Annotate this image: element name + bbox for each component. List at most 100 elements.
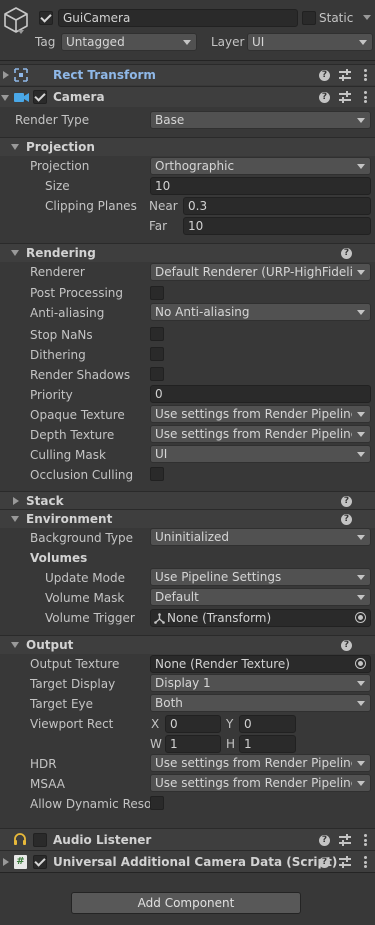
volume-mask-label: Volume Mask <box>45 591 125 605</box>
collapse-arrow-icon[interactable] <box>11 250 19 256</box>
allow-dynamic-resolution-label: Allow Dynamic Resol <box>30 797 155 811</box>
chevron-down-icon <box>357 535 365 540</box>
presets-icon[interactable] <box>339 834 351 846</box>
viewport-x-field[interactable]: 0 <box>165 715 221 733</box>
collapse-arrow-icon[interactable] <box>11 516 19 522</box>
viewport-w-field[interactable]: 1 <box>165 735 221 753</box>
allow-dynamic-resolution-checkbox[interactable] <box>150 796 164 810</box>
background-type-dropdown[interactable]: Uninitialized <box>150 528 371 546</box>
chevron-down-icon <box>357 781 365 786</box>
output-texture-label: Output Texture <box>30 657 120 671</box>
viewport-y-field[interactable]: 0 <box>239 715 296 733</box>
far-field[interactable]: 10 <box>183 217 371 235</box>
volume-trigger-field[interactable]: None (Transform) <box>150 609 371 627</box>
help-icon[interactable]: ? <box>319 835 330 846</box>
presets-icon[interactable] <box>339 856 351 868</box>
active-toggle[interactable] <box>39 11 53 25</box>
kebab-menu-icon[interactable] <box>364 834 367 846</box>
target-eye-label: Target Eye <box>30 697 94 711</box>
near-field[interactable]: 0.3 <box>183 197 371 215</box>
collapse-arrow-icon[interactable] <box>1 95 9 101</box>
stop-nans-label: Stop NaNs <box>30 328 93 342</box>
expand-arrow-icon[interactable] <box>3 858 9 866</box>
hdr-dropdown[interactable]: Use settings from Render Pipeline As <box>150 754 371 772</box>
rendering-section-header[interactable]: Rendering ? <box>0 243 375 262</box>
viewport-y-label: Y <box>226 717 234 731</box>
rect-transform-header[interactable]: Rect Transform ? <box>0 64 375 85</box>
urp-camera-data-header[interactable]: # Universal Additional Camera Data (Scri… <box>0 850 375 872</box>
target-display-dropdown[interactable]: Display 1 <box>150 674 371 692</box>
help-icon[interactable]: ? <box>341 248 352 259</box>
output-texture-field[interactable]: None (Render Texture) <box>150 655 371 673</box>
chevron-down-icon <box>357 412 365 417</box>
camera-enabled-checkbox[interactable] <box>33 90 47 104</box>
help-icon[interactable]: ? <box>319 92 330 103</box>
projection-section-header[interactable]: Projection <box>0 137 375 156</box>
background-type-label: Background Type <box>30 531 133 545</box>
render-type-label: Render Type <box>15 113 90 127</box>
object-picker-icon[interactable] <box>355 612 366 623</box>
size-field[interactable]: 10 <box>150 177 371 195</box>
background-type-value: Uninitialized <box>155 530 230 544</box>
presets-icon[interactable] <box>339 91 351 103</box>
opaque-texture-dropdown[interactable]: Use settings from Render Pipeline As <box>150 405 371 423</box>
help-icon[interactable]: ? <box>319 70 330 81</box>
collapse-arrow-icon[interactable] <box>11 642 19 648</box>
dithering-checkbox[interactable] <box>150 347 164 361</box>
culling-mask-dropdown[interactable]: UI <box>150 445 371 463</box>
object-picker-icon[interactable] <box>355 658 366 669</box>
audio-listener-header[interactable]: Audio Listener ? <box>0 828 375 850</box>
object-name-field[interactable]: GuiCamera <box>58 9 298 27</box>
stop-nans-checkbox[interactable] <box>150 327 164 341</box>
chevron-down-icon[interactable] <box>18 30 24 34</box>
target-display-label: Target Display <box>30 677 116 691</box>
help-icon[interactable]: ? <box>341 640 352 651</box>
size-label: Size <box>45 179 70 193</box>
environment-section-title: Environment <box>26 512 113 526</box>
depth-texture-dropdown[interactable]: Use settings from Render Pipeline As <box>150 425 371 443</box>
tag-dropdown[interactable]: Untagged <box>61 33 197 51</box>
viewport-h-field[interactable]: 1 <box>239 735 296 753</box>
help-icon[interactable]: ? <box>319 857 330 868</box>
urp-camera-data-enabled-checkbox[interactable] <box>33 855 47 869</box>
kebab-menu-icon[interactable] <box>364 69 367 81</box>
expand-arrow-icon[interactable] <box>3 71 9 79</box>
msaa-dropdown[interactable]: Use settings from Render Pipeline As <box>150 774 371 792</box>
update-mode-dropdown[interactable]: Use Pipeline Settings <box>150 568 371 586</box>
kebab-menu-icon[interactable] <box>364 91 367 103</box>
camera-header[interactable]: Camera ? <box>0 86 375 107</box>
occlusion-culling-checkbox[interactable] <box>150 467 164 481</box>
stack-section-header[interactable]: Stack ? <box>0 491 375 510</box>
projection-value: Orthographic <box>155 159 235 173</box>
help-icon[interactable]: ? <box>341 514 352 525</box>
environment-section-header[interactable]: Environment ? <box>0 509 375 528</box>
projection-dropdown[interactable]: Orthographic <box>150 157 371 175</box>
viewport-x-label: X <box>151 717 160 731</box>
opaque-texture-value: Use settings from Render Pipeline As <box>155 407 352 421</box>
static-dropdown-icon[interactable] <box>363 15 371 20</box>
volume-mask-dropdown[interactable]: Default <box>150 588 371 606</box>
collapse-arrow-icon[interactable] <box>11 144 19 150</box>
priority-field[interactable]: 0 <box>150 385 371 403</box>
render-shadows-checkbox[interactable] <box>150 367 164 381</box>
help-icon[interactable]: ? <box>341 496 352 507</box>
priority-label: Priority <box>30 388 73 402</box>
render-type-dropdown[interactable]: Base <box>150 111 371 129</box>
static-checkbox[interactable] <box>302 11 316 25</box>
camera-icon <box>14 93 29 102</box>
layer-dropdown[interactable]: UI <box>247 33 373 51</box>
add-component-button[interactable]: Add Component <box>71 892 301 914</box>
anti-aliasing-dropdown[interactable]: No Anti-aliasing <box>150 303 371 321</box>
post-processing-label: Post Processing <box>30 286 123 300</box>
audio-listener-enabled-checkbox[interactable] <box>33 833 47 847</box>
target-eye-dropdown[interactable]: Both <box>150 694 371 712</box>
volumes-label: Volumes <box>30 551 88 565</box>
layer-value: UI <box>252 35 265 49</box>
output-section-header[interactable]: Output ? <box>0 635 375 654</box>
post-processing-checkbox[interactable] <box>150 286 164 300</box>
renderer-label: Renderer <box>30 265 85 279</box>
renderer-dropdown[interactable]: Default Renderer (URP-HighFidelity <box>150 263 371 281</box>
kebab-menu-icon[interactable] <box>364 856 367 868</box>
presets-icon[interactable] <box>339 69 351 81</box>
expand-arrow-icon[interactable] <box>13 497 19 505</box>
